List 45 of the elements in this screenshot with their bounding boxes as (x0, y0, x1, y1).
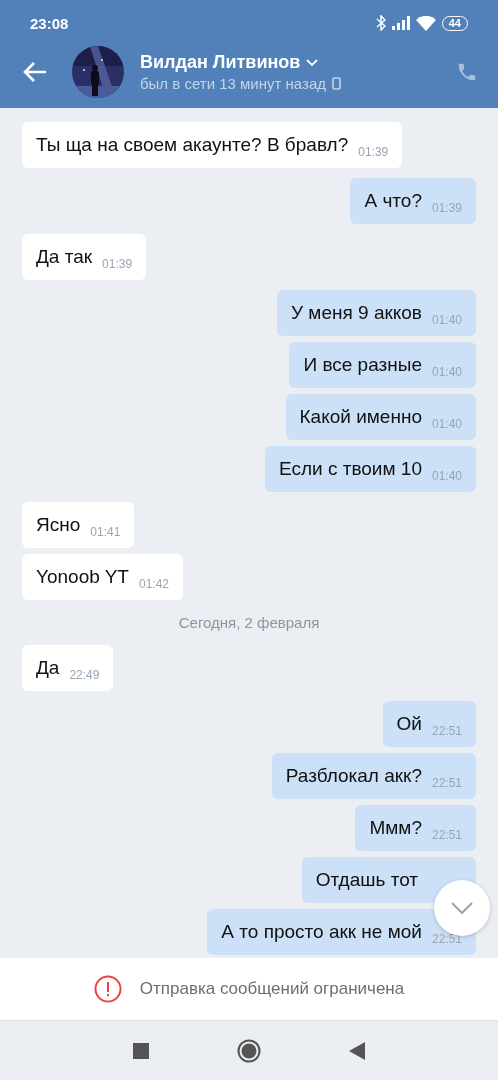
message-text: Да (36, 657, 60, 679)
back-button[interactable] (22, 61, 48, 83)
clock: 23:08 (30, 14, 69, 32)
message-time: 22:51 (431, 932, 462, 946)
back-nav-button[interactable] (349, 1041, 365, 1060)
message-time: 01:40 (431, 469, 462, 483)
message-time: 01:40 (431, 417, 462, 431)
message-text: Ммм? (369, 817, 422, 839)
contact-name[interactable]: Вилдан Литвинов (140, 52, 301, 73)
restriction-notice: Отправка сообщений ограничена (139, 979, 405, 999)
message-text: Какой именно (299, 406, 422, 428)
wifi-icon (415, 15, 436, 31)
warning-icon (93, 975, 122, 1003)
message-text: Разблокал акк? (285, 765, 422, 787)
message-text: Если с твоим 10 (279, 458, 422, 480)
message-text: И все разные (303, 354, 422, 376)
signal-icon (391, 16, 410, 30)
message-time: 01:39 (358, 145, 389, 159)
message-text: Отдашь тот (315, 869, 418, 891)
message-time: 01:39 (431, 201, 462, 215)
message-time: 22:51 (431, 828, 462, 842)
message-text: А то просто акк не мой (221, 921, 422, 943)
message-time: 01:40 (431, 313, 462, 327)
message-time: 22:49 (69, 668, 100, 682)
message-text: А что? (364, 190, 422, 212)
date-separator: Сегодня, 2 февраля (178, 614, 320, 631)
message-time: 01:40 (431, 365, 462, 379)
chevron-down-icon (451, 902, 473, 914)
bluetooth-icon (375, 15, 386, 31)
message-time: 22:51 (431, 724, 462, 738)
message-text: У меня 9 акков (291, 302, 422, 324)
recents-button[interactable] (133, 1042, 149, 1059)
message-time: 01:42 (139, 577, 169, 591)
last-seen-status: был в сети 13 минут назад (140, 75, 326, 92)
message-text: Ой (396, 713, 422, 735)
home-button[interactable] (237, 1038, 261, 1063)
message-text: Да так (36, 246, 93, 268)
message-text: Yonoob YT (36, 566, 129, 588)
chevron-down-icon (306, 58, 319, 67)
message-text: Ты ща на своем акаунте? В бравл? (36, 134, 349, 156)
message-time: 22:51 (431, 776, 462, 790)
message-text: Ясно (36, 514, 81, 536)
message-time: 01:39 (102, 257, 133, 271)
message-time: 01:41 (90, 525, 121, 539)
phone-icon (332, 77, 341, 90)
